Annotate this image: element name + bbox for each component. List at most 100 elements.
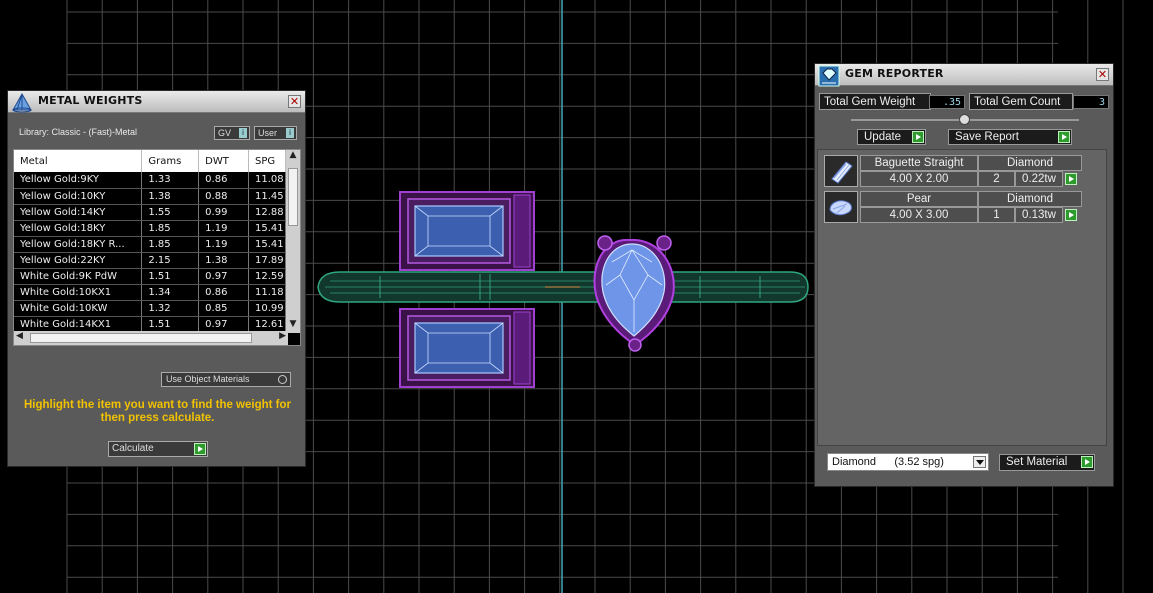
total-gem-count-label: Total Gem Count — [969, 93, 1073, 110]
cell-grams: 1.85 — [141, 220, 200, 237]
cell-dwt: 0.85 — [198, 300, 249, 317]
ring-shank[interactable] — [317, 271, 809, 303]
play-icon[interactable] — [1065, 173, 1077, 185]
gem-slider[interactable] — [851, 114, 1079, 125]
update-button[interactable]: Update — [857, 129, 926, 145]
table-row[interactable]: White Gold:10KW 1.32 0.85 10.99 — [14, 300, 287, 317]
cell-dwt: 0.86 — [198, 172, 249, 189]
cell-dwt: 0.86 — [198, 284, 249, 301]
set-material-label: Set Material — [1006, 456, 1068, 468]
column-header-spg[interactable]: SPG — [248, 150, 287, 172]
column-header-dwt[interactable]: DWT — [198, 150, 249, 172]
gem-shape: Pear — [860, 191, 978, 207]
cell-grams: 1.32 — [141, 300, 200, 317]
gem-row[interactable]: Pear Diamond 4.00 X 3.00 1 0.13tw — [824, 191, 1082, 225]
cell-spg: 11.45 — [248, 188, 287, 205]
cell-metal: White Gold:9K PdW — [14, 268, 143, 285]
calculate-button[interactable]: Calculate — [108, 441, 208, 457]
pear-gem-icon — [824, 191, 858, 223]
cell-dwt: 0.97 — [198, 316, 249, 333]
table-row[interactable]: White Gold:14KX1 1.51 0.97 12.61 — [14, 316, 287, 333]
gem-size: 4.00 X 3.00 — [860, 207, 978, 223]
pear-setting[interactable] — [593, 235, 675, 352]
info-icon: i — [239, 128, 247, 138]
table-row[interactable]: White Gold:9K PdW 1.51 0.97 12.59 — [14, 268, 287, 285]
cell-metal: White Gold:10KX1 — [14, 284, 143, 301]
cell-dwt: 1.19 — [198, 220, 249, 237]
cell-metal: White Gold:10KW — [14, 300, 143, 317]
gem-report-icon — [818, 65, 840, 87]
cell-grams: 1.55 — [141, 204, 200, 221]
metal-weights-titlebar[interactable]: METAL WEIGHTS ✕ — [8, 91, 305, 113]
scroll-thumb[interactable] — [30, 333, 252, 343]
panel-title: METAL WEIGHTS — [38, 94, 143, 107]
vertical-scrollbar[interactable]: ▲ ▼ — [286, 150, 300, 333]
cell-spg: 15.41 — [248, 220, 287, 237]
metal-weights-panel: METAL WEIGHTS ✕ Library: Classic - (Fast… — [7, 90, 306, 467]
close-icon[interactable]: ✕ — [288, 95, 301, 108]
update-label: Update — [864, 131, 902, 143]
gem-weight: 0.13tw — [1015, 207, 1063, 223]
gv-toggle[interactable]: GV i — [214, 126, 250, 140]
instruction-text: Highlight the item you want to find the … — [23, 399, 292, 424]
slider-knob[interactable] — [959, 114, 970, 125]
cell-spg: 12.61 — [248, 316, 287, 333]
scroll-thumb[interactable] — [288, 168, 298, 226]
table-row[interactable]: Yellow Gold:18KY R... 1.85 1.19 15.41 — [14, 236, 287, 253]
gv-toggle-label: GV — [218, 128, 232, 138]
panel-title: GEM REPORTER — [845, 67, 944, 80]
cell-spg: 12.88 — [248, 204, 287, 221]
chevron-down-icon[interactable] — [973, 456, 986, 468]
set-material-button[interactable]: Set Material — [999, 454, 1095, 471]
cell-dwt: 0.99 — [198, 204, 249, 221]
cell-metal: White Gold:14KX1 — [14, 316, 143, 333]
cell-spg: 11.08 — [248, 172, 287, 189]
cell-dwt: 0.88 — [198, 188, 249, 205]
total-gem-weight-value: .35 — [929, 95, 965, 109]
user-toggle[interactable]: User i — [254, 126, 297, 140]
scroll-down-icon[interactable]: ▼ — [286, 319, 300, 333]
gem-reporter-titlebar[interactable]: GEM REPORTER ✕ — [815, 64, 1113, 87]
play-icon[interactable] — [1065, 209, 1077, 221]
table-row[interactable]: Yellow Gold:14KY 1.55 0.99 12.88 — [14, 204, 287, 221]
table-row[interactable]: Yellow Gold:9KY 1.33 0.86 11.08 — [14, 172, 287, 189]
column-header-metal[interactable]: Metal — [14, 150, 143, 172]
table-row[interactable]: Yellow Gold:18KY 1.85 1.19 15.41 — [14, 220, 287, 237]
baguette-setting-bottom[interactable] — [399, 308, 535, 388]
gem-weight: 0.22tw — [1015, 171, 1063, 187]
use-object-materials-label: Use Object Materials — [166, 374, 250, 384]
cell-spg: 11.18 — [248, 284, 287, 301]
scroll-up-icon[interactable]: ▲ — [286, 150, 300, 164]
gem-list[interactable]: Baguette Straight Diamond 4.00 X 2.00 2 … — [817, 149, 1107, 446]
total-gem-weight-label: Total Gem Weight — [819, 93, 931, 110]
cell-metal: Yellow Gold:18KY — [14, 220, 143, 237]
cell-metal: Yellow Gold:22KY — [14, 252, 143, 269]
cell-metal: Yellow Gold:18KY R... — [14, 236, 143, 253]
gem-reporter-panel: GEM REPORTER ✕ Total Gem Weight .35 Tota… — [814, 63, 1114, 487]
scroll-right-icon[interactable]: ▶ — [279, 331, 286, 341]
gem-row[interactable]: Baguette Straight Diamond 4.00 X 2.00 2 … — [824, 155, 1082, 189]
calculate-label: Calculate — [112, 443, 154, 454]
metal-table[interactable]: Metal Grams DWT SPG Yellow Gold:9KY 1.33 0… — [13, 149, 301, 346]
library-label: Library: Classic - (Fast)-Metal — [19, 127, 138, 137]
cell-grams: 1.34 — [141, 284, 200, 301]
cell-grams: 1.51 — [141, 316, 200, 333]
total-gem-count-value: 3 — [1073, 95, 1109, 109]
table-row[interactable]: White Gold:10KX1 1.34 0.86 11.18 — [14, 284, 287, 301]
close-icon[interactable]: ✕ — [1096, 68, 1109, 81]
cell-spg: 10.99 — [248, 300, 287, 317]
use-object-materials-toggle[interactable]: Use Object Materials — [161, 372, 291, 387]
horizontal-scrollbar[interactable]: ◀ ▶ — [14, 331, 288, 345]
scroll-left-icon[interactable]: ◀ — [16, 331, 23, 341]
cell-grams: 1.51 — [141, 268, 200, 285]
table-row[interactable]: Yellow Gold:22KY 2.15 1.38 17.89 — [14, 252, 287, 269]
material-select[interactable]: Diamond (3.52 spg) — [827, 453, 989, 471]
column-header-grams[interactable]: Grams — [141, 150, 200, 172]
gem-size: 4.00 X 2.00 — [860, 171, 978, 187]
gem-count: 2 — [978, 171, 1015, 187]
save-report-button[interactable]: Save Report — [948, 129, 1072, 145]
table-row[interactable]: Yellow Gold:10KY 1.38 0.88 11.45 — [14, 188, 287, 205]
baguette-setting-top[interactable] — [399, 191, 535, 271]
baguette-gem-icon — [824, 155, 858, 187]
cell-metal: Yellow Gold:9KY — [14, 172, 143, 189]
